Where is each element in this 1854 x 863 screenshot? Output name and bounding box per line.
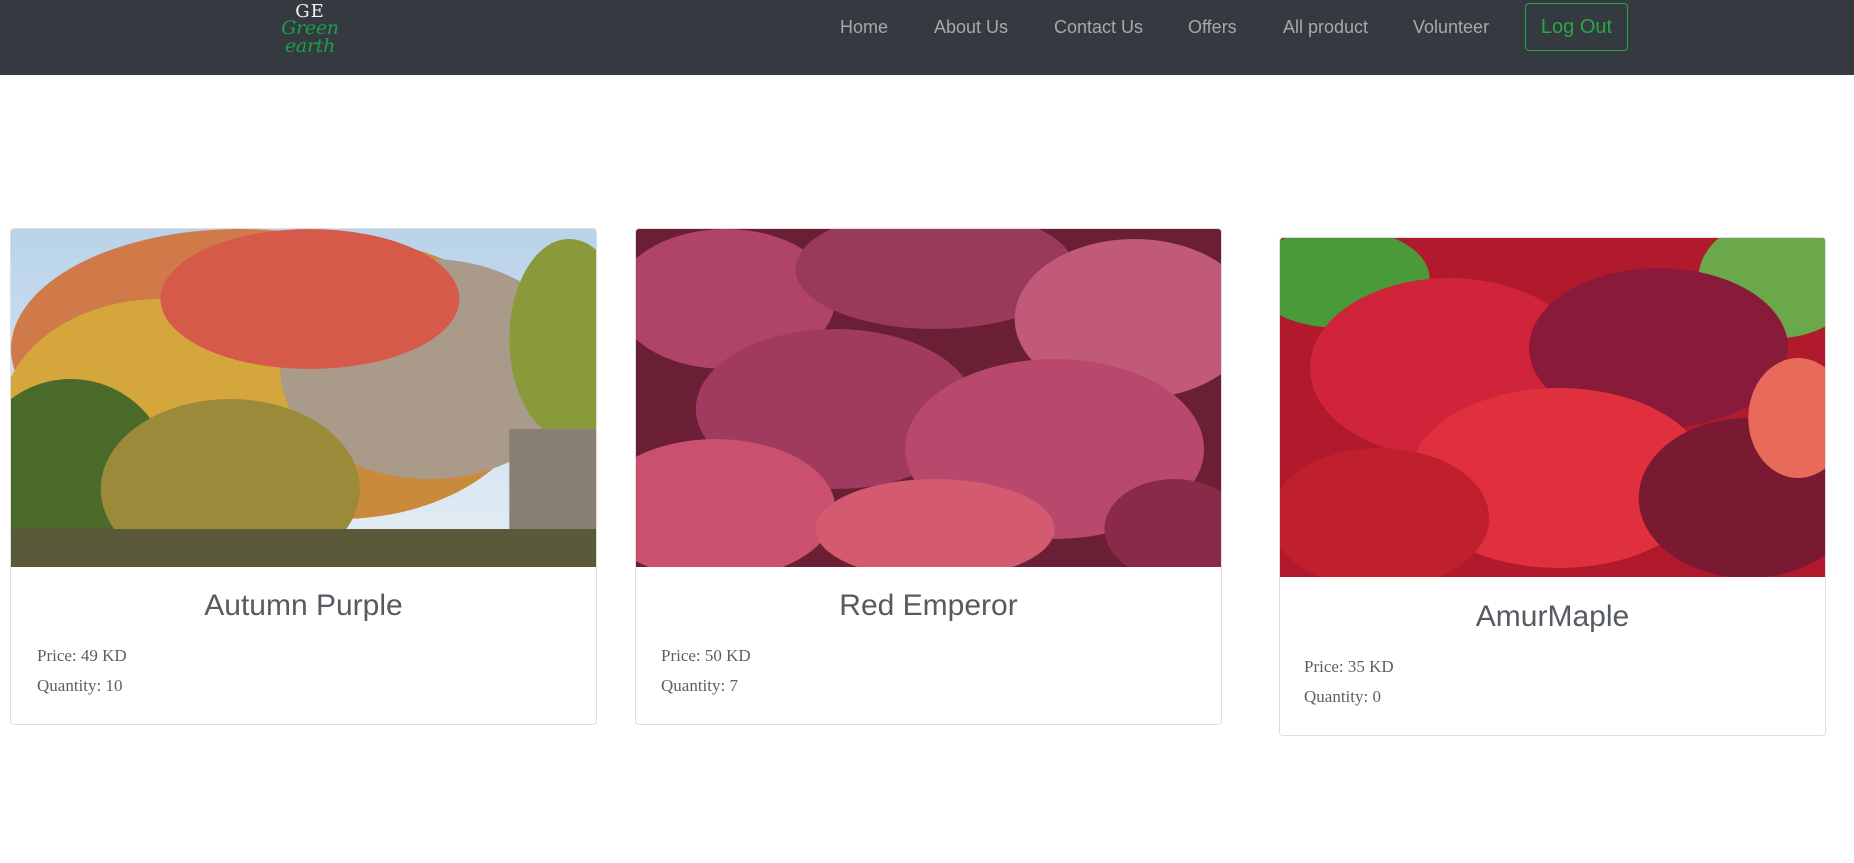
brand-logo[interactable]: GE Green earth (258, 2, 362, 56)
nav-all-product[interactable]: All product (1283, 16, 1368, 38)
nav-offers[interactable]: Offers (1188, 16, 1237, 38)
nav-about-us[interactable]: About Us (934, 16, 1008, 38)
product-quantity: Quantity: 7 (661, 676, 738, 695)
product-price: Price: 35 KD (1304, 657, 1394, 676)
logout-button[interactable]: Log Out (1525, 3, 1628, 51)
product-name: Autumn Purple (204, 589, 403, 622)
product-price: Price: 49 KD (37, 646, 127, 665)
product-image (1280, 238, 1825, 577)
product-image (636, 229, 1221, 567)
product-card: AmurMaple Price: 35 KD Quantity: 0 (1279, 237, 1826, 736)
nav-contact-us[interactable]: Contact Us (1054, 16, 1143, 38)
product-price: Price: 50 KD (661, 646, 751, 665)
nav-home[interactable]: Home (840, 16, 888, 38)
product-quantity: Quantity: 0 (1304, 687, 1381, 706)
nav-volunteer[interactable]: Volunteer (1413, 16, 1489, 38)
product-name: Red Emperor (839, 589, 1018, 622)
product-image (11, 229, 596, 567)
navbar: GE Green earth Home About Us Contact Us … (0, 0, 1854, 75)
product-card: Autumn Purple Price: 49 KD Quantity: 10 (10, 228, 597, 725)
product-card: Red Emperor Price: 50 KD Quantity: 7 (635, 228, 1222, 725)
product-name: AmurMaple (1475, 600, 1630, 633)
product-quantity: Quantity: 10 (37, 676, 123, 695)
brand-name: Green earth (281, 17, 339, 57)
